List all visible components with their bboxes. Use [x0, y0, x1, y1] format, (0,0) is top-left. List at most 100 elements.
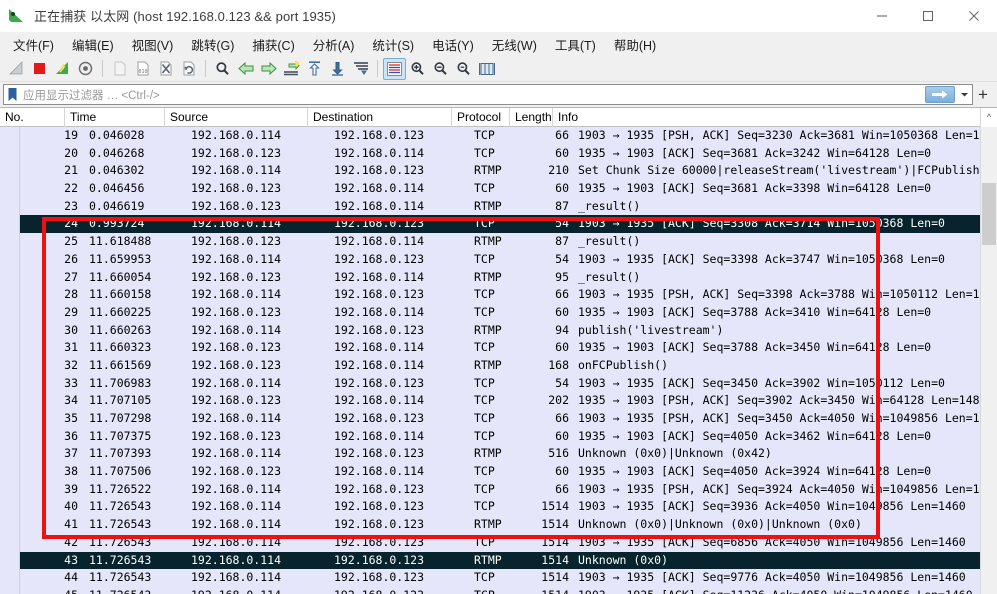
table-row[interactable]: 43 11.726543 192.168.0.114 192.168.0.123 RTM… — [20, 551, 980, 570]
table-row[interactable]: 38 11.707506 192.168.0.123 192.168.0.114 TCP… — [20, 463, 980, 481]
table-row[interactable]: 31 11.660323 192.168.0.123 192.168.0.114 TCP… — [20, 339, 980, 357]
go-forward-icon[interactable] — [257, 58, 280, 80]
table-row[interactable]: 29 11.660225 192.168.0.123 192.168.0.114 TCP… — [20, 303, 980, 322]
toolbar-separator-2 — [205, 60, 206, 77]
table-row[interactable]: 40 11.726543 192.168.0.114 192.168.0.123 TCP… — [20, 498, 980, 517]
table-row[interactable]: 27 11.660054 192.168.0.123 192.168.0.114 RTM… — [20, 268, 980, 287]
table-row[interactable]: 24 0.993724 192.168.0.114 192.168.0.123 TCP 5… — [20, 215, 980, 234]
zoom-in-icon[interactable] — [406, 58, 429, 80]
menu-capture[interactable]: 捕获(C) — [243, 33, 303, 56]
minimize-button[interactable] — [859, 0, 905, 32]
menu-file[interactable]: 文件(F) — [4, 33, 63, 56]
go-to-packet-icon[interactable] — [280, 58, 303, 80]
table-row[interactable]: 23 0.046619 192.168.0.123 192.168.0.114 RTMP… — [20, 197, 980, 216]
packet-source: 192.168.0.114 — [191, 446, 282, 461]
capture-options-icon[interactable] — [74, 58, 97, 80]
packet-protocol: RTMP — [474, 517, 502, 532]
chevron-up-icon[interactable]: ^ — [980, 108, 997, 127]
menu-help[interactable]: 帮助(H) — [605, 33, 665, 56]
packet-length: 87 — [555, 198, 569, 213]
packet-info: _result() — [578, 234, 641, 249]
packet-no: 24 — [64, 216, 78, 231]
packet-info: 1903 → 1935 [ACK] Seq=9776 Ack=4050 Win=… — [578, 570, 966, 585]
packet-length: 60 — [555, 181, 569, 196]
packet-length: 60 — [555, 304, 569, 319]
apply-filter-button[interactable] — [925, 86, 955, 103]
colorize-icon[interactable] — [383, 57, 406, 80]
maximize-button[interactable] — [905, 0, 951, 32]
column-header-time[interactable]: Time — [65, 108, 165, 127]
zoom-reset-icon[interactable] — [452, 58, 475, 80]
close-file-icon[interactable] — [154, 58, 177, 80]
table-row[interactable]: 26 11.659953 192.168.0.114 192.168.0.123 TCP… — [20, 250, 980, 269]
table-row[interactable]: 41 11.726543 192.168.0.114 192.168.0.123 RTM… — [20, 516, 980, 534]
table-row[interactable]: 39 11.726522 192.168.0.114 192.168.0.123 TCP… — [20, 480, 980, 499]
column-header-destination[interactable]: Destination — [308, 108, 452, 127]
packet-no: 20 — [64, 145, 78, 160]
restart-capture-icon[interactable] — [51, 58, 74, 80]
packet-length: 210 — [548, 163, 569, 178]
go-to-first-icon[interactable] — [303, 58, 326, 80]
go-to-last-icon[interactable] — [326, 58, 349, 80]
scrollbar-thumb[interactable] — [982, 183, 996, 245]
reload-file-icon[interactable] — [177, 58, 200, 80]
table-row[interactable]: 20 0.046268 192.168.0.123 192.168.0.114 TCP 6… — [20, 144, 980, 163]
menu-wireless[interactable]: 无线(W) — [483, 33, 546, 56]
auto-scroll-icon[interactable] — [349, 58, 372, 80]
chevron-down-icon[interactable] — [957, 85, 972, 104]
save-file-icon[interactable]: 010 — [131, 58, 154, 80]
packet-destination: 192.168.0.114 — [334, 464, 425, 479]
table-row[interactable]: 36 11.707375 192.168.0.123 192.168.0.114 TCP… — [20, 427, 980, 446]
bookmark-icon[interactable] — [4, 85, 21, 104]
menu-statistics[interactable]: 统计(S) — [363, 33, 423, 56]
table-row[interactable]: 30 11.660263 192.168.0.114 192.168.0.123 RTM… — [20, 321, 980, 340]
packet-source: 192.168.0.114 — [191, 499, 282, 514]
table-row[interactable]: 37 11.707393 192.168.0.114 192.168.0.123 RTM… — [20, 445, 980, 464]
column-header-source[interactable]: Source — [165, 108, 308, 127]
close-button[interactable] — [951, 0, 997, 32]
packet-destination: 192.168.0.123 — [334, 128, 425, 142]
add-filter-button[interactable]: + — [973, 84, 993, 105]
menu-view[interactable]: 视图(V) — [123, 33, 183, 56]
packet-protocol: TCP — [474, 534, 495, 549]
packet-destination: 192.168.0.123 — [334, 216, 425, 231]
table-row[interactable]: 33 11.706983 192.168.0.114 192.168.0.123 TCP… — [20, 374, 980, 393]
table-row[interactable]: 34 11.707105 192.168.0.123 192.168.0.114 TCP… — [20, 392, 980, 410]
table-row[interactable]: 19 0.046028 192.168.0.114 192.168.0.123 TCP 6… — [20, 127, 980, 145]
stop-capture-icon[interactable] — [28, 58, 51, 80]
column-header-info[interactable]: Info — [553, 108, 980, 127]
packet-rows-container[interactable]: 19 0.046028 192.168.0.114 192.168.0.123 TCP 6… — [20, 127, 980, 594]
packet-source: 192.168.0.123 — [191, 357, 282, 372]
menu-tools[interactable]: 工具(T) — [546, 33, 605, 56]
resize-columns-icon[interactable] — [475, 58, 498, 80]
table-row[interactable]: 28 11.660158 192.168.0.114 192.168.0.123 TCP… — [20, 286, 980, 304]
packet-time: 0.046619 — [89, 198, 145, 213]
find-packet-icon[interactable] — [211, 58, 234, 80]
menu-go[interactable]: 跳转(G) — [182, 33, 243, 56]
packet-list-pane: No. Time Source Destination Protocol Len… — [0, 107, 997, 594]
start-capture-icon[interactable] — [5, 58, 28, 80]
packet-time: 11.659953 — [89, 251, 152, 266]
table-row[interactable]: 35 11.707298 192.168.0.114 192.168.0.123 TCP… — [20, 410, 980, 428]
display-filter-input[interactable]: 应用显示过滤器 … <Ctrl-/> — [3, 84, 973, 105]
table-row[interactable]: 21 0.046302 192.168.0.114 192.168.0.123 RTMP… — [20, 162, 980, 181]
column-header-protocol[interactable]: Protocol — [452, 108, 510, 127]
open-file-icon[interactable] — [108, 58, 131, 80]
packet-no: 34 — [64, 393, 78, 408]
column-header-no[interactable]: No. — [0, 108, 65, 127]
table-row[interactable]: 42 11.726543 192.168.0.114 192.168.0.123 TCP… — [20, 533, 980, 552]
packet-destination: 192.168.0.114 — [334, 198, 425, 213]
table-row[interactable]: 25 11.618488 192.168.0.123 192.168.0.114 RTM… — [20, 233, 980, 251]
zoom-out-icon[interactable] — [429, 58, 452, 80]
table-row[interactable]: 22 0.046456 192.168.0.123 192.168.0.114 TCP 6… — [20, 180, 980, 198]
menu-analyze[interactable]: 分析(A) — [304, 33, 364, 56]
menu-telephony[interactable]: 电话(Y) — [423, 33, 483, 56]
table-row[interactable]: 32 11.661569 192.168.0.123 192.168.0.114 RTM… — [20, 356, 980, 375]
packet-no: 36 — [64, 428, 78, 443]
column-header-length[interactable]: Length — [510, 108, 553, 127]
menu-edit[interactable]: 编辑(E) — [63, 33, 123, 56]
table-row[interactable]: 4511.726543192.168.0.114192.168.0.123TCP… — [20, 586, 980, 594]
packet-list-vertical-scrollbar[interactable] — [980, 127, 997, 594]
go-back-icon[interactable] — [234, 58, 257, 80]
table-row[interactable]: 44 11.726543 192.168.0.114 192.168.0.123 TCP… — [20, 569, 980, 587]
